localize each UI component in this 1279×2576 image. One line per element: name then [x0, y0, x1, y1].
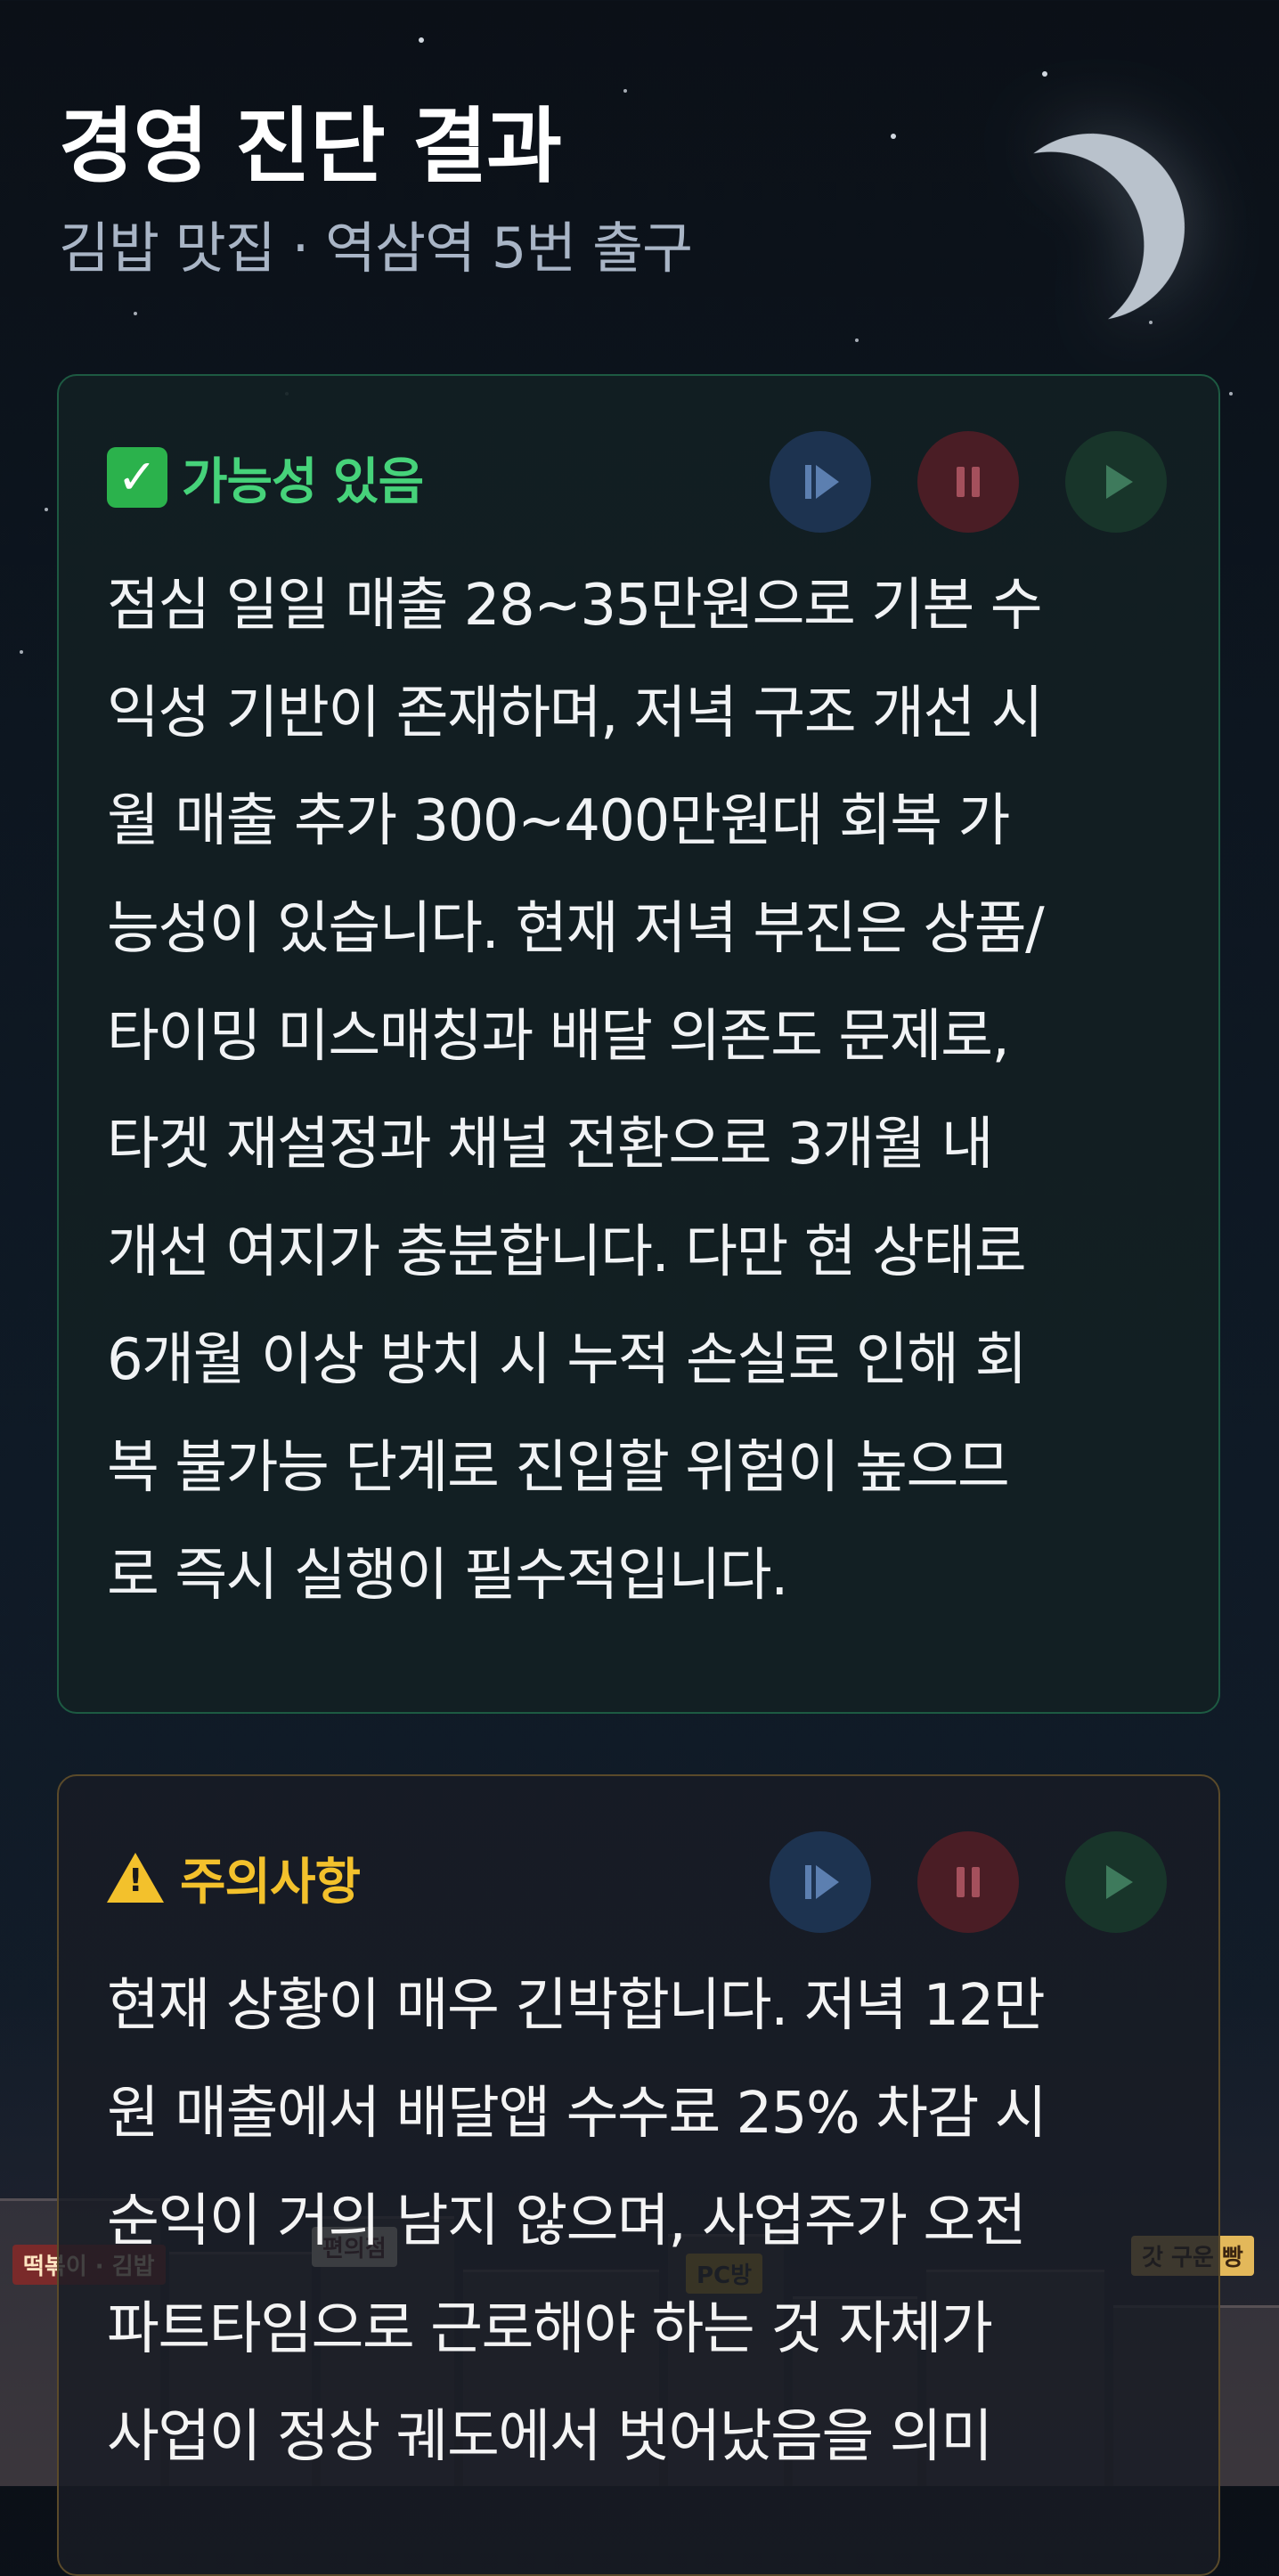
page-header: 경영 진단 결과 김밥 맛집 · 역삼역 5번 출구 — [59, 89, 949, 289]
star — [20, 650, 23, 654]
star — [134, 312, 137, 315]
moon-illustration — [985, 121, 1196, 332]
feasibility-card: ✓ 가능성 있음 점심 일일 매출 28~35만원으로 기본 수 익성 기반이 … — [57, 374, 1220, 1714]
star — [419, 37, 424, 43]
skip-button[interactable] — [770, 431, 871, 533]
play-icon — [1106, 465, 1133, 499]
card-header: ✓ 가능성 있음 — [107, 433, 424, 522]
skip-button[interactable] — [770, 1831, 871, 1933]
star — [1042, 71, 1047, 77]
star — [1149, 321, 1153, 324]
play-button[interactable] — [1065, 431, 1167, 533]
audio-controls — [770, 1831, 1167, 1933]
pause-icon — [957, 1867, 980, 1897]
card-body-text: 현재 상황이 매우 긴박합니다. 저녁 12만 원 매출에서 배달앱 수수료 2… — [107, 1973, 1047, 2470]
card-body-text: 점심 일일 매출 28~35만원으로 기본 수 익성 기반이 존재하며, 저녁 … — [107, 573, 1045, 1609]
skip-icon — [805, 465, 839, 499]
play-icon — [1106, 1865, 1133, 1899]
page-title: 경영 진단 결과 — [59, 99, 562, 194]
star — [1229, 392, 1233, 395]
pause-button[interactable] — [917, 431, 1019, 533]
audio-controls — [770, 431, 1167, 533]
star — [45, 508, 48, 511]
card-title: 가능성 있음 — [182, 452, 424, 511]
check-mark-icon: ✓ — [107, 447, 167, 508]
skip-icon — [805, 1865, 839, 1899]
card-header: ! 주의사항 — [107, 1833, 361, 1922]
pause-button[interactable] — [917, 1831, 1019, 1933]
page-subtitle: 김밥 맛집 · 역삼역 5번 출구 — [59, 216, 693, 281]
pause-icon — [957, 467, 980, 497]
play-button[interactable] — [1065, 1831, 1167, 1933]
caution-card: ! 주의사항 현재 상황이 매우 긴박합니다. 저녁 12만 원 매출에서 배달… — [57, 1774, 1220, 2576]
star — [855, 338, 859, 342]
card-title: 주의사항 — [180, 1853, 361, 1912]
warning-triangle-icon: ! — [107, 1853, 164, 1903]
